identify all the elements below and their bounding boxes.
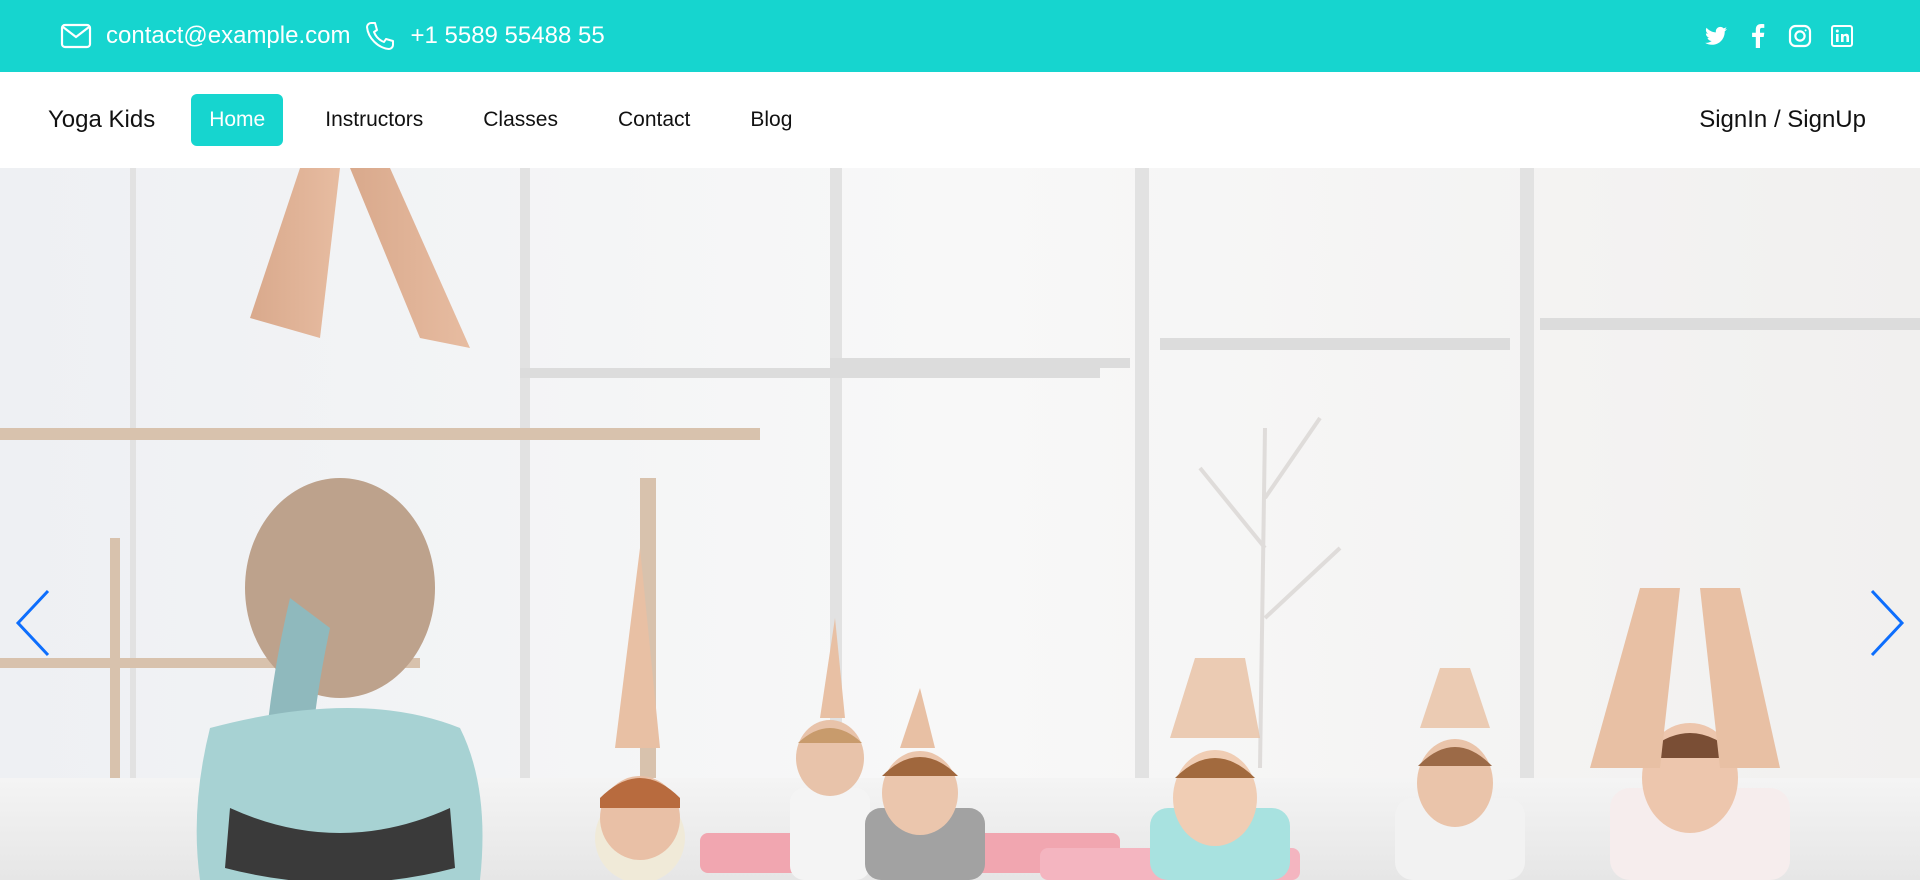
social-links (1688, 22, 1856, 50)
email-link[interactable]: contact@example.com (60, 22, 350, 50)
chevron-right-icon (1870, 589, 1905, 657)
linkedin-icon (1831, 25, 1853, 47)
phone-text: +1 5589 55488 55 (410, 22, 605, 49)
linkedin-link[interactable] (1828, 22, 1856, 50)
email-text: contact@example.com (106, 22, 351, 49)
nav-item-home[interactable]: Home (191, 94, 284, 146)
nav-item-instructors[interactable]: Instructors (307, 94, 441, 146)
envelope-icon (60, 23, 92, 49)
main-navbar: Yoga Kids Home Instructors Classes Conta… (0, 72, 1920, 168)
carousel-prev-button[interactable] (4, 578, 64, 668)
hero-carousel (0, 168, 1920, 880)
nav-item-blog[interactable]: Blog (732, 94, 810, 146)
yoga-class-kids-photo (0, 168, 1920, 880)
top-contact-bar: contact@example.com +1 5589 55488 55 (0, 0, 1920, 72)
nav-item-contact[interactable]: Contact (600, 94, 708, 146)
nav-item-classes[interactable]: Classes (465, 94, 576, 146)
facebook-icon (1752, 24, 1765, 48)
phone-link[interactable]: +1 5589 55488 55 (364, 20, 605, 52)
instagram-link[interactable] (1786, 22, 1814, 50)
contact-info: contact@example.com +1 5589 55488 55 (60, 20, 605, 52)
carousel-next-button[interactable] (1856, 578, 1916, 668)
brand-logo[interactable]: Yoga Kids (48, 106, 155, 134)
facebook-link[interactable] (1744, 22, 1772, 50)
signin-signup-link[interactable]: SignIn / SignUp (1699, 106, 1866, 134)
twitter-link[interactable] (1702, 22, 1730, 50)
twitter-icon (1705, 26, 1727, 45)
phone-icon (364, 20, 396, 52)
instagram-icon (1788, 24, 1812, 48)
chevron-left-icon (15, 589, 50, 657)
nav-menu: Home Instructors Classes Contact Blog (191, 94, 834, 146)
